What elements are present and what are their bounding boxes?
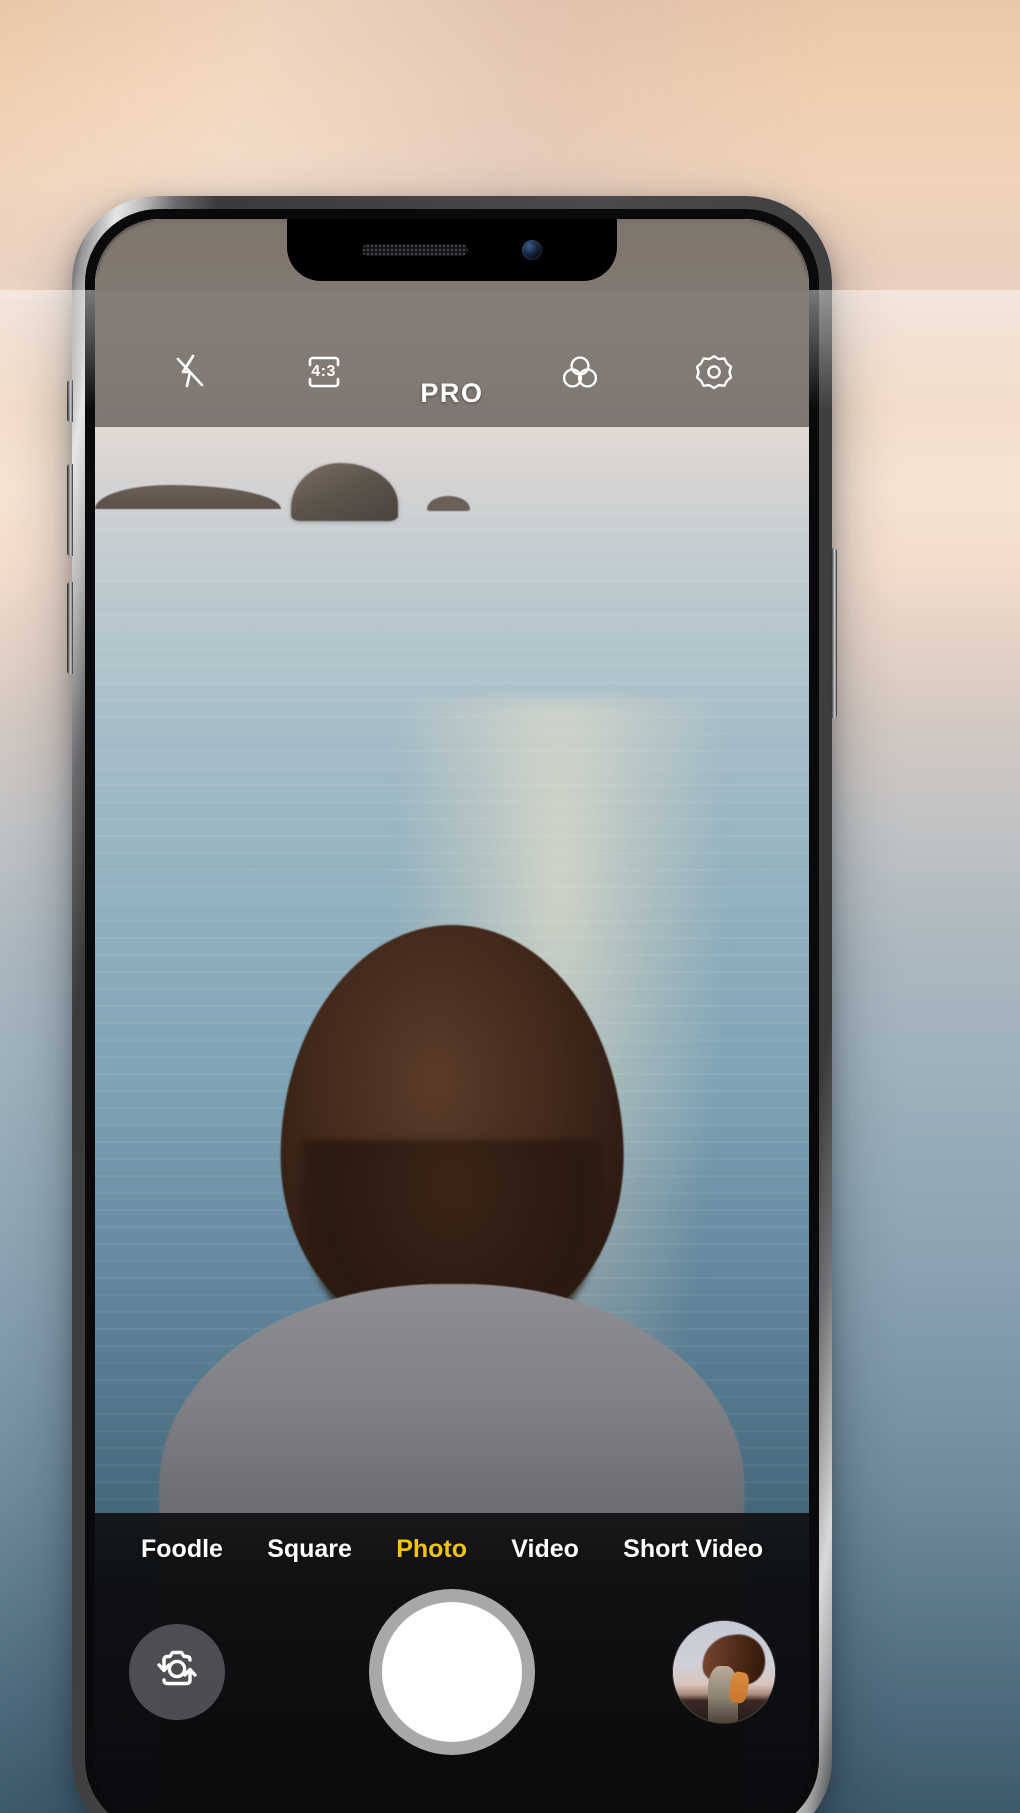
phone-screen: 4:3 PRO Foodle Square Photo Video Short … bbox=[95, 219, 809, 1813]
mode-selector: Foodle Square Photo Video Short Video bbox=[95, 1513, 809, 1572]
mode-item-foodle[interactable]: Foodle bbox=[141, 1535, 223, 1564]
switch-camera-icon bbox=[148, 1644, 206, 1701]
switch-camera-button[interactable] bbox=[129, 1624, 225, 1720]
settings-button[interactable] bbox=[677, 335, 751, 409]
headland-silhouette bbox=[95, 485, 281, 510]
aspect-ratio-button[interactable]: 4:3 bbox=[287, 335, 361, 409]
speaker-grille-icon bbox=[362, 244, 468, 256]
mode-item-short-video[interactable]: Short Video bbox=[623, 1535, 763, 1564]
mode-item-square[interactable]: Square bbox=[267, 1535, 352, 1564]
volume-up-button[interactable] bbox=[67, 464, 73, 556]
mode-item-photo[interactable]: Photo bbox=[396, 1535, 467, 1564]
silent-switch-button[interactable] bbox=[67, 380, 73, 422]
mode-item-video[interactable]: Video bbox=[511, 1535, 579, 1564]
phone-device: 4:3 PRO Foodle Square Photo Video Short … bbox=[67, 196, 837, 1813]
flash-off-button[interactable] bbox=[153, 335, 227, 409]
small-rock bbox=[427, 496, 470, 511]
home-indicator bbox=[352, 1802, 552, 1809]
power-button[interactable] bbox=[831, 548, 837, 718]
flash-off-icon bbox=[173, 353, 207, 391]
scene-background: 4:3 PRO Foodle Square Photo Video Short … bbox=[0, 0, 1020, 1813]
camera-bottom-bar: Foodle Square Photo Video Short Video bbox=[95, 1513, 809, 1813]
shutter-button[interactable] bbox=[369, 1589, 535, 1755]
phone-bezel: 4:3 PRO Foodle Square Photo Video Short … bbox=[85, 209, 819, 1813]
aspect-ratio-value: 4:3 bbox=[311, 363, 336, 380]
shutter-icon bbox=[382, 1602, 522, 1742]
rock-island bbox=[291, 462, 399, 521]
capture-controls-row bbox=[95, 1572, 809, 1772]
filters-icon bbox=[559, 352, 601, 392]
gear-icon bbox=[693, 351, 735, 393]
gallery-button[interactable] bbox=[673, 1621, 775, 1723]
front-camera-icon bbox=[522, 240, 542, 260]
device-notch bbox=[287, 219, 617, 281]
person-hair bbox=[280, 924, 624, 1338]
volume-down-button[interactable] bbox=[67, 582, 73, 674]
filters-button[interactable] bbox=[543, 335, 617, 409]
pro-mode-button[interactable]: PRO bbox=[420, 378, 483, 409]
